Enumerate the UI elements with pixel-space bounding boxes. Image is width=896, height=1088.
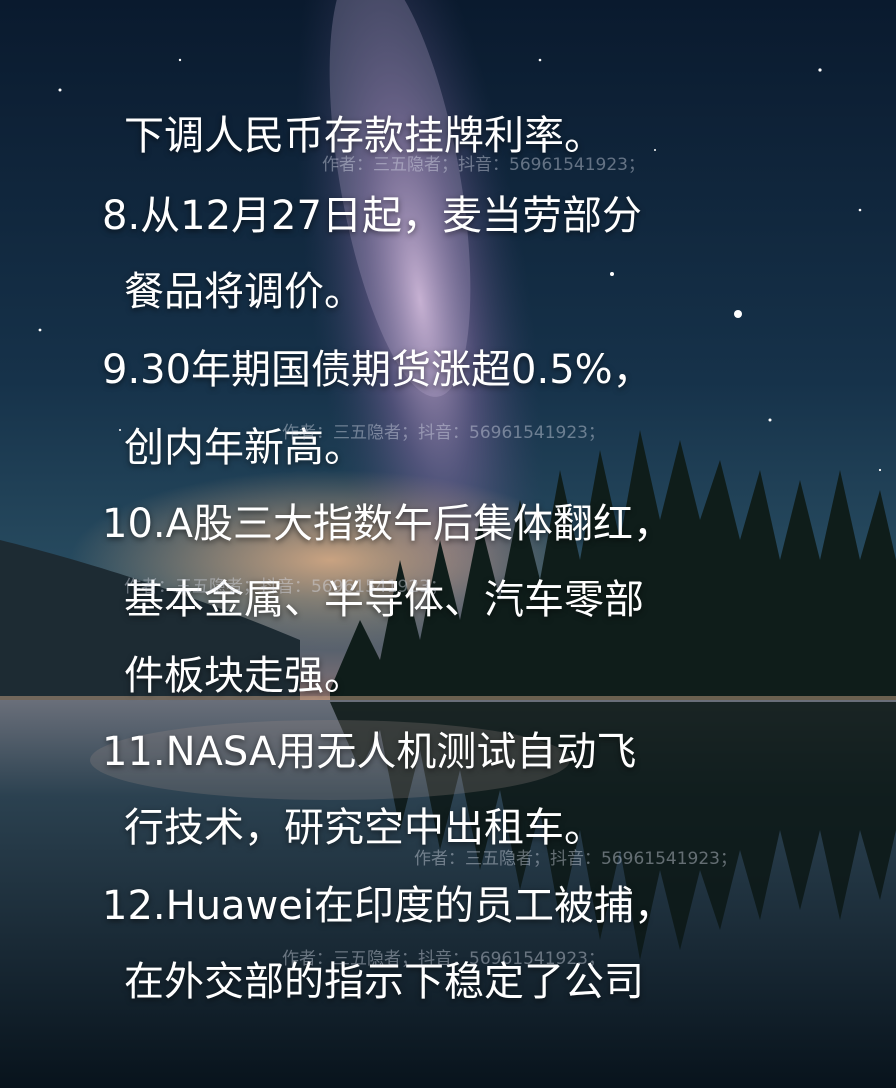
text-line: 12.Huawei在印度的员工被捕，: [102, 883, 674, 929]
watermark: 作者：三五隐者；抖音：56961541923；: [282, 423, 605, 443]
watermark: 作者：三五隐者；抖音：56961541923；: [124, 577, 447, 597]
text-line: 11.NASA用无人机测试自动飞: [102, 729, 637, 775]
watermark: 作者：三五隐者；抖音：56961541923；: [322, 155, 645, 175]
watermark: 作者：三五隐者；抖音：56961541923；: [414, 849, 737, 869]
text-line: 件板块走强。: [124, 653, 364, 699]
watermark: 作者：三五隐者；抖音：56961541923；: [282, 949, 605, 969]
text-line: 餐品将调价。: [124, 269, 364, 315]
text-line: 8.从12月27日起，麦当劳部分: [102, 193, 642, 239]
text-line: 10.A股三大指数午后集体翻红，: [102, 501, 673, 547]
text-line: 9.30年期国债期货涨超0.5%，: [102, 347, 653, 393]
